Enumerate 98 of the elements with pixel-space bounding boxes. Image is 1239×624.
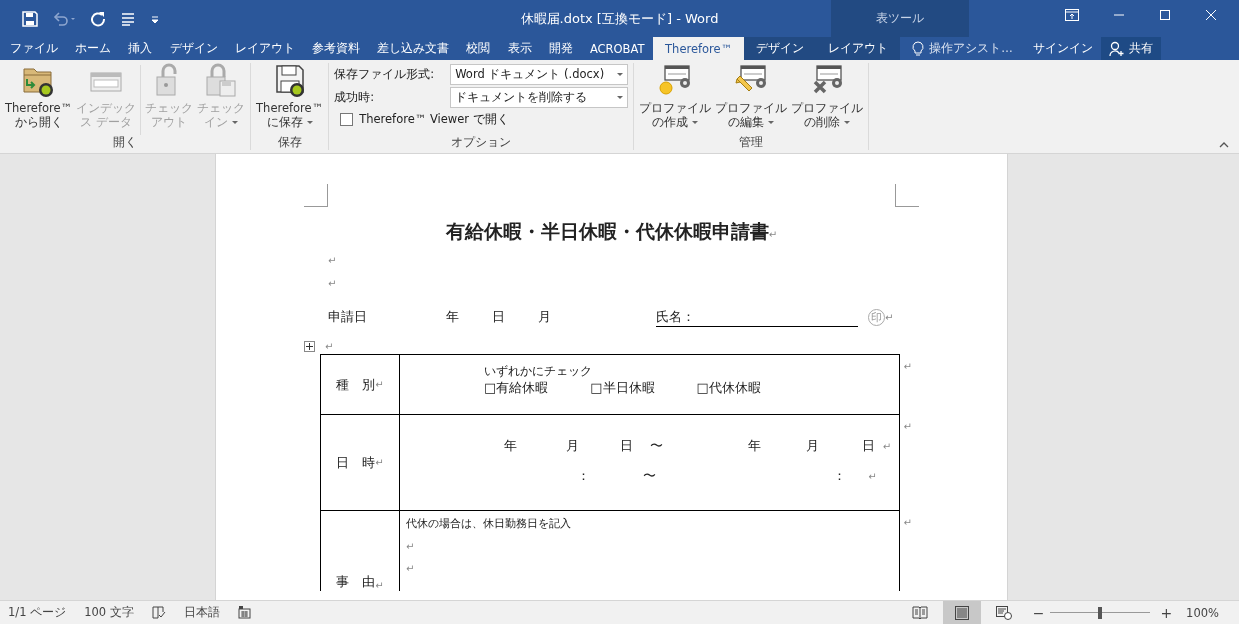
date-unit: 日	[492, 308, 506, 326]
ribbon-tab[interactable]: 差し込み文書	[368, 37, 458, 60]
dropdown-field[interactable]: ドキュメントを削除する	[450, 87, 629, 108]
table-header-cell: 日 時	[336, 453, 376, 472]
date-unit: 月	[806, 437, 820, 455]
share-button[interactable]: 共有	[1100, 37, 1161, 60]
book-icon	[911, 605, 928, 620]
table-move-handle-icon[interactable]	[304, 341, 315, 352]
table-header-cell: 種 別	[336, 375, 376, 394]
date-unit: 年	[446, 308, 460, 326]
leave-type-option: □半日休暇	[590, 379, 655, 397]
paragraph-mark: ↵	[406, 541, 415, 552]
ribbon-tab[interactable]: Therefore™	[653, 37, 745, 60]
zoom-in-button[interactable]: +	[1160, 604, 1173, 621]
ribbon-display-icon[interactable]	[1065, 9, 1079, 21]
ribbon-button[interactable]: プロファイル の編集	[713, 63, 790, 135]
table-header-cell: 事 由	[336, 573, 376, 591]
field-label: 成功時:	[334, 90, 376, 105]
page-icon	[953, 605, 970, 620]
list-icon[interactable]	[120, 10, 136, 27]
tell-me-field[interactable]: 操作アシスト…	[912, 37, 1013, 60]
ribbon-tab[interactable]: デザイン	[744, 37, 817, 60]
undo-icon[interactable]	[52, 10, 76, 27]
field-label: 保存ファイル形式:	[334, 67, 436, 82]
zoom-out-button[interactable]: −	[1032, 604, 1045, 621]
time-separator: ：	[833, 467, 847, 485]
ribbon-button[interactable]: プロファイル の削除	[789, 63, 866, 135]
leave-type-option: □代休休暇	[696, 379, 761, 397]
paragraph-mark: ↵	[768, 229, 778, 240]
date-unit: 日	[862, 437, 876, 455]
date-unit: 年	[504, 437, 518, 455]
paragraph-mark: ↵	[868, 470, 878, 482]
ribbon-tab[interactable]: 開発	[540, 37, 582, 60]
ribbon-button[interactable]: プロファイル の作成	[637, 63, 714, 135]
paragraph-mark: ↵	[882, 440, 893, 452]
save-icon[interactable]	[22, 10, 38, 27]
time-separator: 〜	[643, 467, 657, 485]
maximize-icon[interactable]	[1159, 9, 1171, 21]
paragraph-mark: ↵	[903, 361, 912, 372]
checkbox-option[interactable]: Therefore™ Viewer で開く	[334, 112, 629, 127]
paragraph-mark: ↵	[375, 457, 384, 468]
lightbulb-icon	[912, 41, 925, 56]
date-unit: 日	[620, 437, 634, 455]
document-title: 有給休暇・半日休暇・代休休暇申請書	[445, 220, 769, 242]
leave-type-option: □有給休暇	[484, 379, 549, 397]
ribbon-button[interactable]: Therefore™ に保存	[254, 63, 326, 135]
print-layout-button[interactable]	[942, 601, 981, 624]
date-unit: 〜	[650, 437, 664, 455]
redo-icon[interactable]	[90, 10, 106, 27]
paragraph-mark: ↵	[885, 311, 894, 323]
paragraph-mark: ↵	[328, 278, 337, 289]
group-label: 開く	[112, 135, 139, 150]
date-unit: 年	[748, 437, 762, 455]
paragraph-mark: ↵	[375, 379, 384, 390]
word-count[interactable]: 100 文字	[84, 605, 134, 620]
sign-in-link[interactable]: サインイン	[1032, 37, 1093, 60]
ribbon-tab[interactable]: レイアウト	[226, 37, 304, 60]
date-unit: 月	[566, 437, 580, 455]
ribbon-tab[interactable]: ファイル	[0, 37, 67, 60]
collapse-ribbon-icon[interactable]	[1219, 142, 1229, 148]
group-label: 保存	[276, 135, 303, 150]
web-page-icon	[995, 605, 1012, 620]
date-unit: 月	[538, 308, 552, 326]
paragraph-mark: ↵	[328, 255, 337, 266]
proofing-icon[interactable]	[151, 606, 166, 619]
customize-icon[interactable]	[150, 13, 160, 24]
crop-mark	[895, 184, 919, 207]
person-add-icon	[1108, 40, 1125, 57]
group-label: 管理	[738, 135, 765, 150]
ribbon-tab[interactable]: 表示	[498, 37, 541, 60]
ribbon-tab[interactable]: デザイン	[160, 37, 227, 60]
paragraph-mark: ↵	[903, 421, 912, 432]
checkbox[interactable]	[340, 113, 354, 126]
instruction-note: 代休の場合は、休日勤務日を記入	[406, 517, 572, 531]
ribbon-tab[interactable]: レイアウト	[816, 37, 901, 60]
close-icon[interactable]	[1205, 9, 1217, 21]
paragraph-mark: ↵	[325, 341, 334, 352]
name-field: 氏名：	[656, 307, 858, 327]
ribbon-tab[interactable]: ホーム	[66, 37, 120, 60]
ribbon-button[interactable]: Therefore™ から開く	[3, 63, 75, 135]
window-title: 休暇届.dotx [互換モード] - Word	[520, 9, 719, 28]
contextual-label: 表ツール	[876, 10, 924, 27]
ribbon-tab[interactable]: 校閲	[457, 37, 499, 60]
paragraph-mark: ↵	[406, 563, 415, 574]
time-separator: ：	[577, 467, 591, 485]
paragraph-mark: ↵	[903, 517, 912, 528]
ribbon-tab[interactable]: 参考資料	[303, 37, 369, 60]
language-indicator[interactable]: 日本語	[183, 605, 220, 620]
dropdown-field[interactable]: Word ドキュメント (.docx)	[450, 64, 629, 85]
crop-mark	[304, 184, 328, 207]
date-label: 申請日	[328, 308, 368, 326]
group-label: オプション	[450, 135, 513, 150]
instruction-note: いずれかにチェック	[484, 363, 593, 379]
paragraph-mark: ↵	[375, 580, 384, 591]
page-count[interactable]: 1/1 ページ	[8, 605, 67, 620]
ribbon-tab[interactable]: 挿入	[119, 37, 161, 60]
ribbon-tab[interactable]: ACROBAT	[581, 37, 654, 60]
zoom-level[interactable]: 100%	[1186, 605, 1239, 620]
